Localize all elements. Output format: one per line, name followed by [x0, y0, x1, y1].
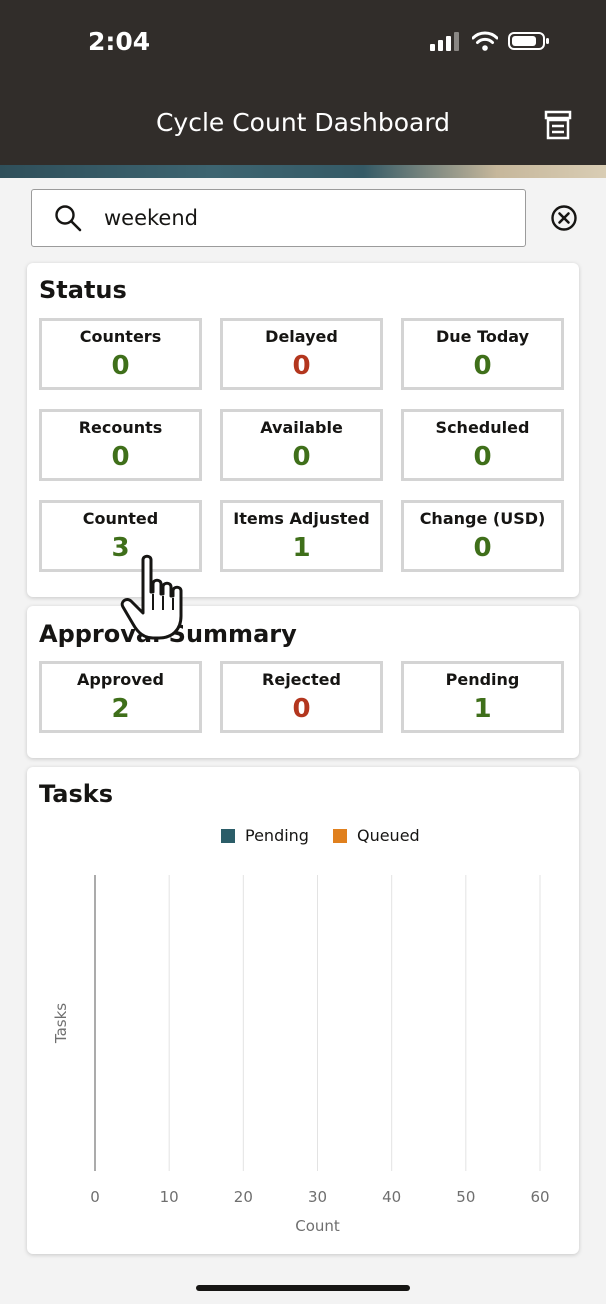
tile-change-usd[interactable]: Change (USD) 0 [401, 500, 564, 572]
approval-card-title: Approval Summary [39, 620, 297, 648]
tasks-bar-chart: 0 10 20 30 40 50 60 Count Tasks [52, 875, 550, 1235]
header-banner-image [0, 165, 606, 178]
tile-label: Approved [77, 670, 164, 689]
report-list-button[interactable] [542, 109, 574, 141]
tile-label: Change (USD) [419, 509, 546, 528]
tile-value: 0 [292, 694, 311, 724]
x-axis-label: Count [295, 1217, 340, 1235]
x-tick-label: 60 [530, 1188, 549, 1206]
x-tick-label: 30 [308, 1188, 327, 1206]
x-tick-label: 50 [456, 1188, 475, 1206]
tile-value: 0 [292, 442, 311, 472]
tile-label: Rejected [262, 670, 341, 689]
tile-label: Items Adjusted [233, 509, 370, 528]
y-axis-label: Tasks [52, 1003, 70, 1044]
clear-search-button[interactable] [549, 203, 579, 233]
tile-value: 3 [111, 533, 130, 563]
app-header: 2:04 Cycle Count Dashboard [0, 0, 606, 165]
tile-due-today[interactable]: Due Today 0 [401, 318, 564, 390]
tile-value: 0 [473, 351, 492, 381]
x-tick-label: 0 [90, 1188, 100, 1206]
tile-value: 0 [292, 351, 311, 381]
x-tick-label: 40 [382, 1188, 401, 1206]
tile-rejected[interactable]: Rejected 0 [220, 661, 383, 733]
tile-recounts[interactable]: Recounts 0 [39, 409, 202, 481]
signal-icon [430, 32, 459, 51]
report-list-icon [544, 110, 572, 140]
battery-icon [508, 32, 549, 50]
tile-label: Pending [445, 670, 520, 689]
status-icons [430, 31, 550, 51]
search-icon [54, 203, 84, 233]
tile-label: Due Today [435, 327, 530, 346]
dashboard-content: Status Counters 0 Delayed 0 Due Today 0 … [0, 178, 606, 1304]
tile-delayed[interactable]: Delayed 0 [220, 318, 383, 390]
tile-value: 2 [111, 694, 130, 724]
page-title: Cycle Count Dashboard [155, 108, 451, 137]
tile-approved[interactable]: Approved 2 [39, 661, 202, 733]
tile-label: Available [260, 418, 343, 437]
tile-value: 1 [292, 533, 311, 563]
tile-label: Recounts [78, 418, 163, 437]
tile-items-adjusted[interactable]: Items Adjusted 1 [220, 500, 383, 572]
tile-label: Counters [79, 327, 162, 346]
tile-counters[interactable]: Counters 0 [39, 318, 202, 390]
status-time: 2:04 [88, 27, 151, 56]
status-bar: 2:04 [0, 0, 606, 80]
tile-label: Counted [82, 509, 159, 528]
home-indicator[interactable] [196, 1285, 410, 1291]
close-circle-icon [551, 205, 577, 231]
status-card-title: Status [39, 276, 127, 304]
status-card: Status Counters 0 Delayed 0 Due Today 0 … [27, 263, 579, 597]
tile-value: 1 [473, 694, 492, 724]
tile-pending[interactable]: Pending 1 [401, 661, 564, 733]
search-box [31, 189, 526, 247]
x-tick-label: 10 [160, 1188, 179, 1206]
wifi-icon [472, 31, 498, 51]
tile-label: Scheduled [435, 418, 530, 437]
tile-value: 0 [111, 351, 130, 381]
x-tick-label: 20 [234, 1188, 253, 1206]
tasks-card: Tasks Pending Queued 0 10 20 30 40 50 60 Count T… [27, 767, 579, 1254]
tile-label: Delayed [265, 327, 338, 346]
approval-summary-card: Approval Summary Approved 2 Rejected 0 P… [27, 606, 579, 758]
tile-value: 0 [111, 442, 130, 472]
phone-screen: 2:04 Cycle Count Dashboard weekend Statu… [0, 0, 606, 1304]
tile-value: 0 [473, 442, 492, 472]
search-input[interactable] [104, 206, 464, 230]
tile-counted[interactable]: Counted 3 [39, 500, 202, 572]
tile-value: 0 [473, 533, 492, 563]
tile-scheduled[interactable]: Scheduled 0 [401, 409, 564, 481]
tile-available[interactable]: Available 0 [220, 409, 383, 481]
